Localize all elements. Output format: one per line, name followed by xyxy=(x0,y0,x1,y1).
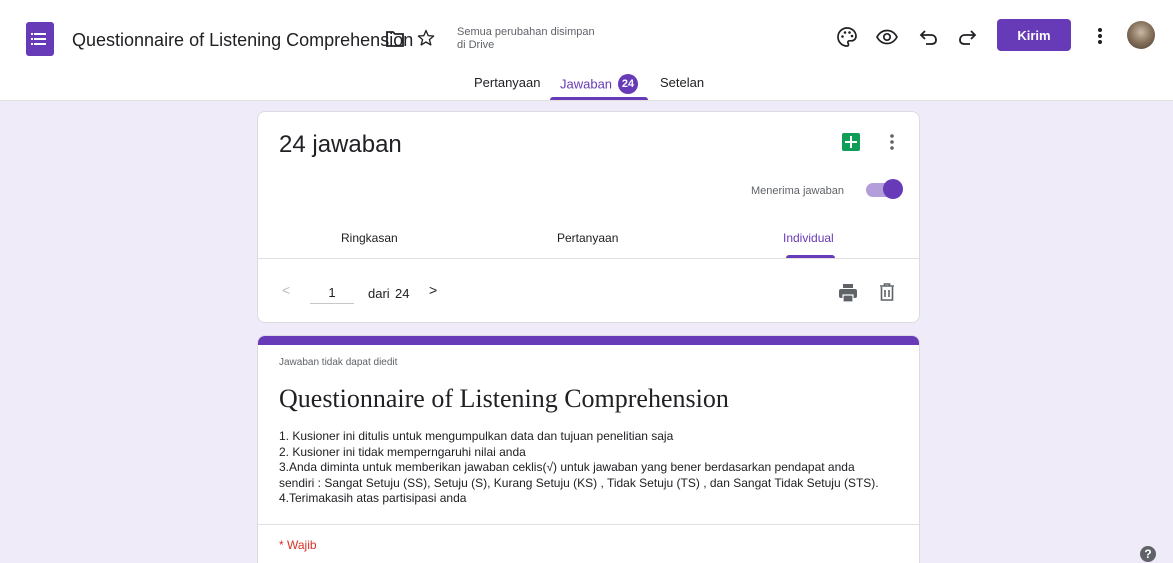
folder-icon[interactable] xyxy=(385,30,405,48)
undo-icon[interactable] xyxy=(917,25,941,49)
subtab-summary[interactable]: Ringkasan xyxy=(341,231,398,245)
form-description: 1. Kusioner ini ditulis untuk mengumpulk… xyxy=(279,429,904,507)
divider xyxy=(258,258,919,259)
tab-settings[interactable]: Setelan xyxy=(660,75,704,90)
more-vert-icon[interactable] xyxy=(1090,24,1110,48)
not-editable-note: Jawaban tidak dapat diedit xyxy=(279,357,398,368)
delete-icon[interactable] xyxy=(879,282,895,302)
palette-icon[interactable] xyxy=(835,25,859,49)
save-status-line1: Semua perubahan disimpan xyxy=(457,26,595,38)
tab-settings-label: Setelan xyxy=(660,75,705,90)
tab-responses-label: Jawaban xyxy=(560,76,613,92)
response-count-badge: 24 xyxy=(618,74,639,94)
help-icon[interactable]: ? xyxy=(1140,546,1156,562)
next-response-button[interactable]: > xyxy=(429,282,437,298)
required-note: * Wajib xyxy=(279,538,317,552)
redo-icon[interactable] xyxy=(955,25,979,49)
preview-eye-icon[interactable] xyxy=(875,25,899,49)
previous-response-button[interactable]: < xyxy=(282,282,290,298)
document-title[interactable]: Questionnaire of Listening Comprehension xyxy=(72,30,413,51)
tab-questions[interactable]: Pertanyaan xyxy=(474,75,541,90)
pager-total: 24 xyxy=(395,286,410,301)
tab-responses[interactable]: Jawaban 24 xyxy=(560,74,639,95)
response-number-input[interactable] xyxy=(310,282,354,304)
form-title: Questionnaire of Listening Comprehension xyxy=(279,384,729,413)
form-description-line: 1. Kusioner ini ditulis untuk mengumpulk… xyxy=(279,429,674,443)
more-vert-icon[interactable] xyxy=(884,131,900,153)
toggle-knob[interactable] xyxy=(883,179,903,199)
response-count-title: 24 jawaban xyxy=(279,131,402,158)
subtab-individual[interactable]: Individual xyxy=(783,231,834,245)
print-icon[interactable] xyxy=(838,283,858,303)
sheets-icon[interactable] xyxy=(842,133,860,151)
form-description-line: 3.Anda diminta untuk memberikan jawaban … xyxy=(279,460,855,474)
form-description-line: 2. Kusioner ini tidak memperngaruhi nila… xyxy=(279,444,526,459)
form-description-line: sendiri : Sangat Setuju (SS), Setuju (S)… xyxy=(279,475,879,490)
avatar[interactable] xyxy=(1127,21,1155,49)
subtab-question[interactable]: Pertanyaan xyxy=(557,231,618,245)
active-tab-indicator xyxy=(550,97,648,100)
star-icon[interactable] xyxy=(416,28,436,48)
responses-card: 24 jawaban Menerima jawaban Ringkasan Pe… xyxy=(257,111,920,323)
forms-app-icon[interactable] xyxy=(26,22,54,56)
save-status-line2: di Drive xyxy=(457,39,495,51)
form-accent-band xyxy=(258,336,919,345)
form-description-line: 4.Terimakasih atas partisipasi anda xyxy=(279,491,467,505)
accepting-responses-label: Menerima jawaban xyxy=(751,185,844,197)
send-button[interactable]: Kirim xyxy=(997,19,1071,51)
app-header: Questionnaire of Listening Comprehension… xyxy=(0,0,1173,101)
pager-of-label: dari xyxy=(368,286,390,301)
tab-questions-label: Pertanyaan xyxy=(474,75,541,90)
divider xyxy=(258,524,919,525)
save-status: Semua perubahan disimpan di Drive xyxy=(457,26,607,52)
form-header-card: Jawaban tidak dapat diedit Questionnaire… xyxy=(257,335,920,563)
main-tabs: Pertanyaan Jawaban 24 Setelan xyxy=(0,70,1173,100)
